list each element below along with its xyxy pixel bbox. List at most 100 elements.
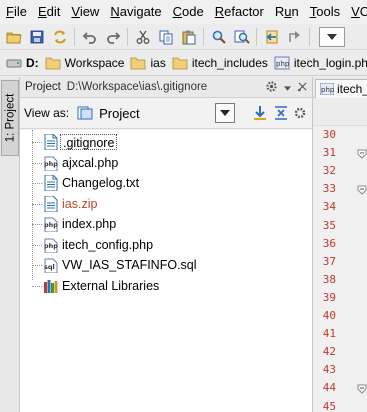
svg-text:sql: sql bbox=[44, 263, 55, 271]
collapse-all-icon[interactable] bbox=[272, 104, 290, 122]
tab-itech-login[interactable]: php itech_lo bbox=[315, 79, 367, 98]
panel-settings-icon[interactable] bbox=[294, 104, 306, 122]
project-tree: .gitignore php ajxcal.php Changelog.txt ias.… bbox=[20, 130, 312, 412]
tree-item-label: ajxcal.php bbox=[62, 155, 119, 170]
breadcrumb-item[interactable]: itech_includes bbox=[168, 51, 270, 75]
folder-icon bbox=[45, 57, 61, 70]
view-as-value: Project bbox=[99, 105, 140, 121]
editor-gutter: 3031323334353637383940414243444546 bbox=[312, 98, 367, 412]
menu-item-vc[interactable]: VC bbox=[345, 0, 367, 24]
line-number: 30 bbox=[322, 128, 336, 141]
menu-item-run[interactable]: Run bbox=[269, 0, 304, 24]
chevron-down-icon bbox=[327, 33, 337, 40]
line-number: 33 bbox=[322, 182, 336, 196]
svg-text:php: php bbox=[44, 221, 58, 229]
undo-icon[interactable] bbox=[78, 26, 101, 48]
breadcrumb-label: Workspace bbox=[64, 56, 125, 70]
menu-item-edit[interactable]: Edit bbox=[32, 0, 65, 24]
editor-tab-bar: php itech_lo bbox=[312, 77, 367, 98]
line-number: 40 bbox=[322, 309, 336, 322]
tool-window-strip: 1: Project bbox=[0, 77, 20, 412]
redo-icon[interactable] bbox=[101, 26, 124, 48]
find-icon[interactable] bbox=[207, 26, 230, 48]
tree-item[interactable]: php itech_config.php bbox=[20, 235, 312, 255]
line-number: 41 bbox=[322, 327, 336, 341]
breadcrumb-item[interactable]: ias bbox=[126, 51, 167, 75]
view-as-dropdown-button[interactable] bbox=[215, 103, 235, 123]
tree-item-label: ias.zip bbox=[62, 196, 98, 211]
forward-icon[interactable] bbox=[283, 26, 306, 48]
breadcrumb-item[interactable]: D: bbox=[2, 51, 41, 75]
text-file-icon bbox=[44, 134, 58, 150]
line-number: 39 bbox=[322, 290, 336, 304]
line-number: 37 bbox=[322, 254, 336, 268]
toolbar-separator bbox=[309, 27, 310, 46]
scroll-from-source-icon[interactable] bbox=[251, 104, 269, 122]
menu-item-navigate[interactable]: Navigate bbox=[104, 0, 166, 24]
tree-item[interactable]: php ajxcal.php bbox=[20, 153, 312, 173]
menu-item-file[interactable]: File bbox=[0, 0, 32, 24]
breadcrumb-label: itech_login.php bbox=[293, 56, 367, 70]
tree-guide-line bbox=[32, 203, 42, 205]
tab-project[interactable]: 1: Project bbox=[1, 80, 19, 156]
svg-text:php: php bbox=[44, 160, 58, 168]
line-number: 32 bbox=[322, 164, 336, 178]
line-number: 31 bbox=[322, 146, 336, 160]
hide-panel-icon[interactable] bbox=[297, 81, 308, 95]
breadcrumb-label: itech_includes bbox=[191, 56, 268, 70]
replace-icon[interactable] bbox=[230, 26, 253, 48]
fold-marker-icon[interactable] bbox=[357, 384, 367, 395]
tree-guide-line bbox=[32, 244, 42, 246]
tree-item[interactable]: Changelog.txt bbox=[20, 173, 312, 193]
panel-path: D:\Workspace\ias\.gitignore bbox=[66, 81, 208, 93]
fold-marker-icon[interactable] bbox=[357, 149, 367, 159]
chevron-down-icon[interactable] bbox=[284, 82, 291, 94]
save-all-icon[interactable] bbox=[25, 26, 48, 48]
menu-item-tools[interactable]: Tools bbox=[304, 0, 345, 24]
tree-guide-line bbox=[32, 265, 42, 266]
breadcrumb-item[interactable]: php itech_login.php bbox=[270, 51, 367, 75]
open-folder-icon[interactable] bbox=[2, 26, 25, 48]
paste-icon[interactable] bbox=[177, 26, 200, 48]
sync-icon[interactable] bbox=[48, 26, 71, 48]
php-file-icon: php bbox=[274, 56, 290, 70]
tree-item-label: index.php bbox=[62, 217, 117, 231]
breadcrumb-item[interactable]: Workspace bbox=[41, 51, 127, 75]
tree-item[interactable]: php index.php bbox=[20, 214, 312, 234]
menu-item-code[interactable]: Code bbox=[167, 0, 209, 24]
tree-item[interactable]: .gitignore bbox=[20, 132, 312, 152]
menu-bar: File Edit View Navigate Code Refactor Run Tools… bbox=[0, 0, 367, 24]
library-icon bbox=[44, 279, 58, 293]
toolbar-separator bbox=[203, 27, 204, 46]
fold-marker-icon[interactable] bbox=[357, 185, 367, 196]
tree-guide-line bbox=[32, 224, 42, 225]
line-number: 34 bbox=[322, 200, 336, 214]
line-number: 44 bbox=[322, 381, 336, 395]
view-as-selector[interactable]: Project bbox=[77, 105, 140, 121]
breadcrumb-label: D: bbox=[26, 56, 39, 70]
tree-item-label: VW_IAS_STAFINFO.sql bbox=[62, 258, 197, 272]
zip-file-icon bbox=[44, 195, 58, 212]
tree-guide-line bbox=[32, 162, 42, 164]
settings-gear-icon[interactable] bbox=[265, 80, 278, 96]
menu-item-view[interactable]: View bbox=[65, 0, 104, 24]
cut-icon[interactable] bbox=[131, 26, 154, 48]
php-file-icon: php bbox=[44, 217, 58, 232]
back-icon[interactable] bbox=[260, 26, 283, 48]
php-file-icon: php bbox=[44, 238, 58, 253]
menu-item-refactor[interactable]: Refactor bbox=[209, 0, 269, 24]
line-number: 36 bbox=[322, 236, 336, 250]
run-config-dropdown[interactable] bbox=[319, 26, 345, 47]
tree-item-label: External Libraries bbox=[62, 278, 160, 293]
tree-item-label: .gitignore bbox=[60, 134, 118, 150]
tree-item[interactable]: External Libraries bbox=[20, 276, 312, 296]
project-view-icon bbox=[77, 106, 93, 120]
copy-icon[interactable] bbox=[154, 26, 177, 48]
tree-item-label: itech_config.php bbox=[62, 237, 154, 252]
tree-guide-line bbox=[32, 285, 42, 287]
tree-item[interactable]: sql VW_IAS_STAFINFO.sql bbox=[20, 255, 312, 275]
tree-item[interactable]: ias.zip bbox=[20, 194, 312, 214]
editor-tab-label: itech_lo bbox=[337, 82, 367, 96]
main-toolbar bbox=[0, 24, 367, 50]
line-number: 35 bbox=[322, 218, 336, 232]
